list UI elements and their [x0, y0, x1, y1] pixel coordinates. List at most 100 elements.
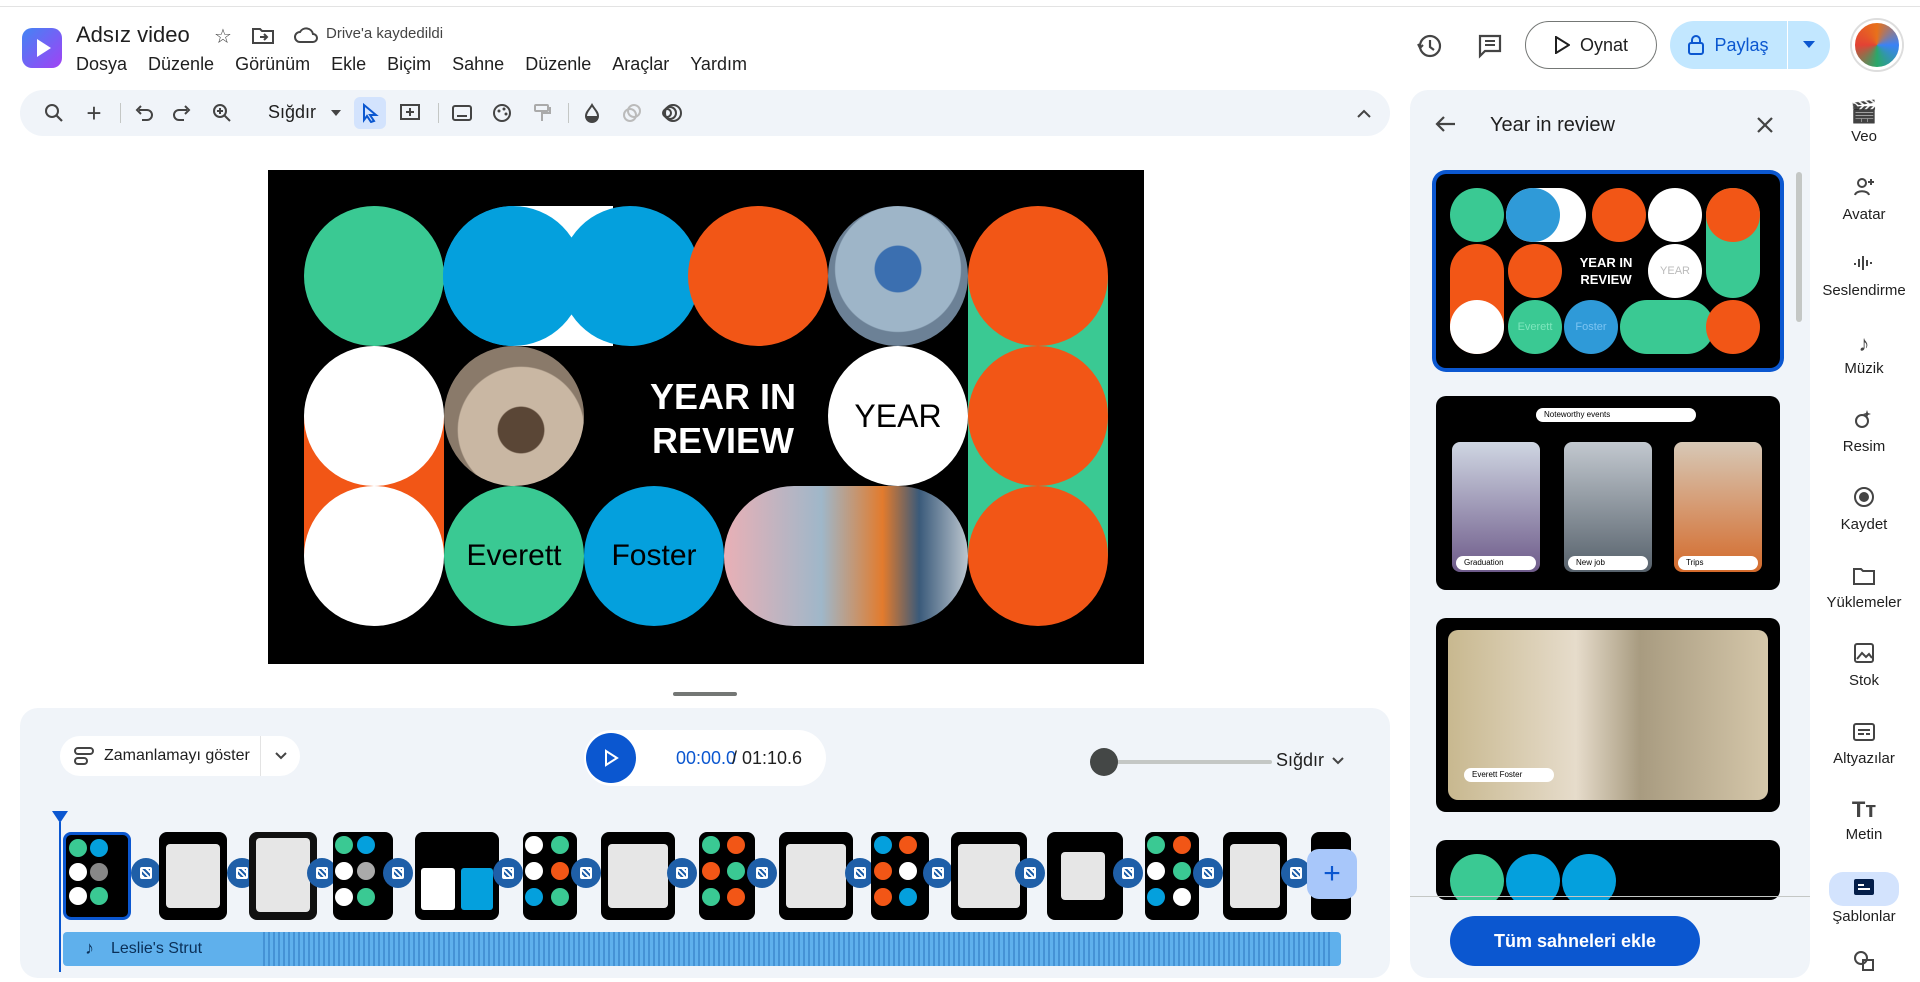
transition-icon[interactable] — [131, 858, 161, 888]
paint-format-icon[interactable] — [526, 97, 558, 129]
year-circle[interactable]: YEAR — [828, 346, 968, 486]
transition-icon[interactable] — [1113, 858, 1143, 888]
rail-more[interactable] — [1816, 950, 1912, 978]
scene-thumbnail-2[interactable] — [159, 832, 227, 920]
captions-icon — [1816, 720, 1912, 748]
scene-thumbnail-12[interactable] — [1047, 832, 1123, 920]
star-icon[interactable]: ☆ — [214, 24, 232, 49]
rail-veo[interactable]: 🎬 Veo — [1816, 98, 1912, 145]
text-box-icon[interactable] — [394, 97, 426, 129]
share-button-group: Paylaş — [1670, 21, 1830, 69]
play-button[interactable]: Oynat — [1525, 21, 1657, 69]
blue-circle — [560, 206, 700, 346]
rail-voiceover[interactable]: Seslendirme — [1816, 252, 1912, 299]
audio-track[interactable]: ♪ Leslie's Strut — [63, 932, 1341, 966]
account-avatar[interactable] — [1852, 20, 1902, 70]
background-icon[interactable] — [446, 97, 478, 129]
menu-sahne[interactable]: Sahne — [452, 54, 513, 75]
scene-thumbnail-13[interactable] — [1145, 832, 1199, 920]
back-arrow-icon[interactable] — [1434, 112, 1456, 140]
slide-title[interactable]: YEAR IN REVIEW — [613, 375, 833, 463]
menu-ekle[interactable]: Ekle — [331, 54, 375, 75]
panel-scrollbar[interactable] — [1796, 172, 1802, 322]
add-icon[interactable]: + — [78, 97, 110, 129]
select-cursor-icon[interactable] — [354, 97, 386, 129]
redo-icon[interactable] — [166, 97, 198, 129]
template-card-portrait[interactable]: Everett Foster — [1436, 618, 1780, 812]
zoom-select[interactable]: Sığdır — [268, 102, 316, 123]
transition-icon[interactable] — [667, 858, 697, 888]
transition-icon[interactable] — [1193, 858, 1223, 888]
undo-icon[interactable] — [128, 97, 160, 129]
template-card-next[interactable] — [1436, 840, 1780, 900]
timeline-play-button[interactable] — [586, 733, 636, 783]
skydiver-photo[interactable] — [828, 206, 968, 346]
share-button[interactable]: Paylaş — [1670, 21, 1788, 69]
rail-image[interactable]: Resim — [1816, 408, 1912, 455]
rail-captions[interactable]: Altyazılar — [1816, 720, 1912, 767]
canvas-resize-handle[interactable] — [673, 692, 737, 696]
menu-dosya[interactable]: Dosya — [76, 54, 136, 75]
timeline-zoom-slider[interactable] — [1092, 760, 1272, 764]
show-timing-dropdown[interactable] — [260, 736, 300, 776]
scene-thumbnail-7[interactable] — [601, 832, 675, 920]
close-icon[interactable] — [1756, 110, 1774, 141]
theme-palette-icon[interactable] — [486, 97, 518, 129]
transition-icon[interactable] — [747, 858, 777, 888]
friends-photo[interactable] — [444, 346, 584, 486]
rail-uploads[interactable]: Yüklemeler — [1816, 564, 1912, 611]
last-name-circle[interactable]: Foster — [584, 486, 724, 626]
rail-music[interactable]: ♪ Müzik — [1816, 330, 1912, 377]
add-scene-button[interactable]: + — [1307, 849, 1357, 899]
animation-icon[interactable] — [656, 97, 688, 129]
timeline-zoom-handle[interactable] — [1090, 748, 1118, 776]
playback-controls: 00:00.0 / 01:10.6 — [584, 730, 826, 786]
transition-icon[interactable] — [493, 858, 523, 888]
effects-icon[interactable] — [616, 97, 648, 129]
menu-bicim[interactable]: Biçim — [387, 54, 440, 75]
history-icon[interactable] — [1413, 30, 1445, 62]
first-name-circle[interactable]: Everett — [444, 486, 584, 626]
transition-icon[interactable] — [383, 858, 413, 888]
timeline-zoom-fit[interactable]: Sığdır — [1276, 750, 1344, 771]
rail-avatar[interactable]: Avatar — [1816, 176, 1912, 223]
scene-thumbnail-5[interactable] — [415, 832, 499, 920]
show-timing-button[interactable]: Zamanlamayı göster — [60, 736, 300, 776]
search-icon[interactable] — [38, 97, 70, 129]
transition-icon[interactable] — [571, 858, 601, 888]
zoom-icon[interactable] — [206, 97, 238, 129]
toolbar-divider — [568, 103, 569, 123]
slide-canvas[interactable]: YEAR IN REVIEW YEAR Everett Foster — [268, 170, 1144, 664]
playhead-line[interactable] — [59, 822, 61, 972]
menu-duzenle-2[interactable]: Düzenle — [525, 54, 600, 75]
backpacker-photo[interactable] — [724, 486, 968, 626]
template-card-events[interactable]: Noteworthy events Graduation New job Tri… — [1436, 396, 1780, 590]
scene-thumbnail-6[interactable] — [523, 832, 577, 920]
rail-stock[interactable]: Stok — [1816, 642, 1912, 689]
scene-thumbnail-14[interactable] — [1223, 832, 1287, 920]
comments-icon[interactable] — [1474, 30, 1506, 62]
vids-logo-icon[interactable] — [22, 28, 62, 68]
scene-thumbnail-9[interactable] — [779, 832, 853, 920]
menu-araclar[interactable]: Araçlar — [612, 54, 678, 75]
move-folder-icon[interactable] — [252, 26, 274, 49]
zoom-caret-icon[interactable] — [320, 97, 352, 129]
add-all-scenes-button[interactable]: Tüm sahneleri ekle — [1450, 916, 1700, 966]
template-name1-text: Everett — [1508, 300, 1562, 354]
fill-color-icon[interactable] — [576, 97, 608, 129]
rail-text[interactable]: Tт Metin — [1816, 796, 1912, 843]
scene-thumbnail-1[interactable] — [63, 832, 131, 920]
rail-record[interactable]: Kaydet — [1816, 486, 1912, 533]
transition-icon[interactable] — [1015, 858, 1045, 888]
collapse-toolbar-icon[interactable] — [1348, 97, 1380, 129]
cloud-saved-icon[interactable] — [294, 26, 318, 50]
menu-duzenle[interactable]: Düzenle — [148, 54, 223, 75]
share-dropdown[interactable] — [1788, 21, 1830, 69]
scene-thumbnail-10[interactable] — [871, 832, 929, 920]
template-card-title[interactable]: YEAR IN REVIEW YEAR Everett Foster — [1436, 174, 1780, 368]
menu-yardim[interactable]: Yardım — [690, 54, 756, 75]
transition-icon[interactable] — [923, 858, 953, 888]
menu-gorunum[interactable]: Görünüm — [235, 54, 319, 75]
document-title[interactable]: Adsız video — [76, 22, 190, 48]
rail-templates[interactable]: Şablonlar — [1816, 872, 1912, 925]
